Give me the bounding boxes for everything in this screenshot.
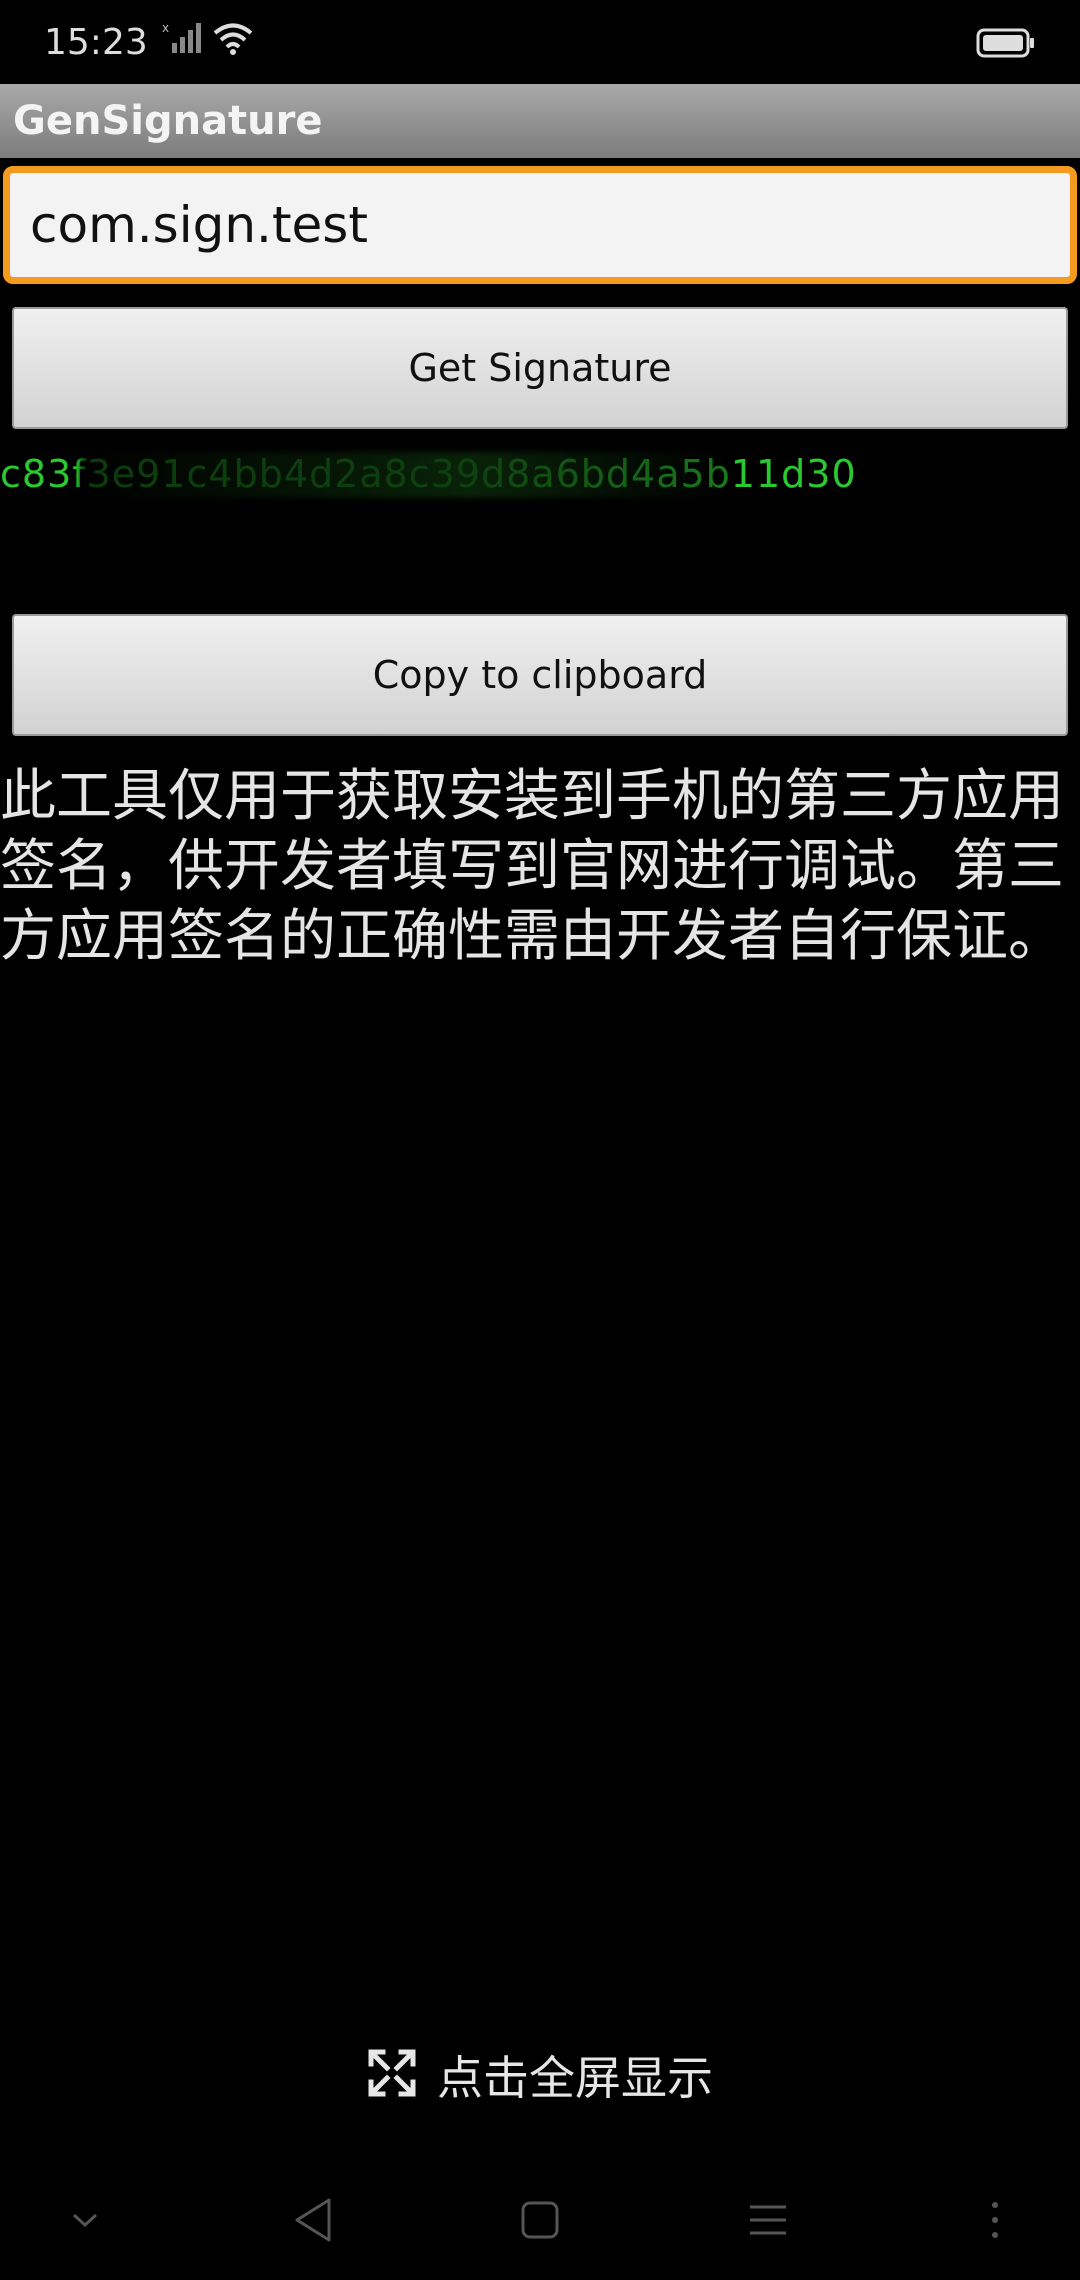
package-name-input[interactable] [3,166,1077,284]
status-bar: 15:23 x [0,0,1080,84]
more-icon[interactable] [960,2185,1030,2255]
battery-icon [976,24,1036,68]
status-icons: x [162,20,254,64]
wifi-icon [212,20,254,64]
chevron-down-icon[interactable] [50,2185,120,2255]
signature-redaction [80,452,730,498]
app-title: GenSignature [13,98,323,144]
app-title-bar: GenSignature [0,84,1080,158]
home-icon[interactable] [505,2185,575,2255]
copy-to-clipboard-button[interactable]: Copy to clipboard [12,614,1068,736]
screen: 15:23 x GenSignature com.sign.test Get S… [0,0,1080,2280]
fullscreen-hint[interactable]: 点击全屏显示 [0,2040,1080,2110]
get-signature-button[interactable]: Get Signature [12,307,1068,429]
status-time: 15:23 [44,21,148,63]
back-icon[interactable] [278,2185,348,2255]
signal-icon: x [162,20,202,64]
menu-icon[interactable] [733,2185,803,2255]
navigation-bar [0,2160,1080,2280]
expand-icon [367,2048,417,2102]
notice-text: 此工具仅用于获取安装到手机的第三方应用签名，供开发者填写到官网进行调试。第三方应… [0,764,1064,969]
svg-text:x: x [162,21,169,35]
fullscreen-label: 点击全屏显示 [437,2051,713,2105]
